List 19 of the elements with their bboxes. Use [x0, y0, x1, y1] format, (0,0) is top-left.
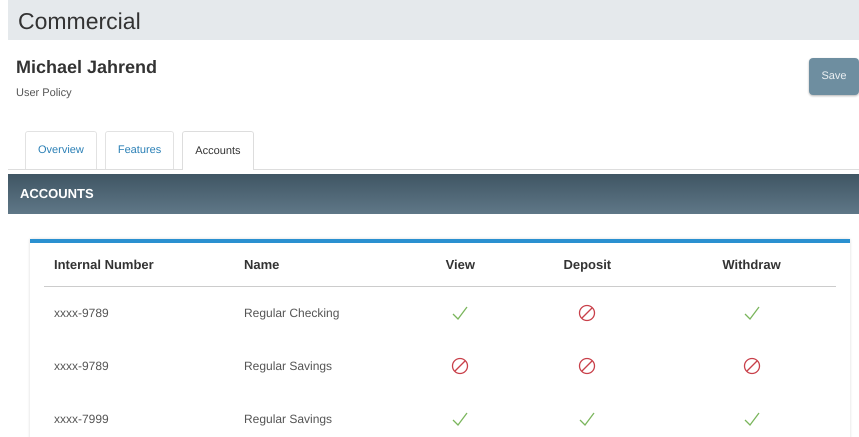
column-header: View — [404, 243, 508, 286]
table-cell-text: xxxx-7999 — [53, 410, 110, 428]
table-cell: xxxx-9789 — [44, 286, 234, 339]
column-header: Internal Number — [44, 243, 234, 286]
tab[interactable]: Overview — [25, 131, 97, 169]
save-button[interactable]: Save — [809, 58, 859, 95]
table-cell-text: xxxx-9789 — [53, 358, 110, 374]
user-subtitle: User Policy — [16, 86, 73, 101]
section-title: ACCOUNTS — [20, 185, 94, 204]
column-header: Deposit — [508, 243, 658, 286]
app-title: Commercial — [18, 8, 141, 34]
column-header: Name — [234, 243, 404, 286]
tab[interactable]: Accounts — [182, 131, 254, 170]
column-header: Withdraw — [658, 243, 836, 286]
table-cell-text: Regular Savings — [243, 358, 334, 374]
table-cell: Regular Checking — [234, 286, 404, 339]
table-cell-text: Regular Savings — [243, 410, 334, 428]
tab[interactable]: Features — [104, 131, 174, 169]
user-name: Michael Jahrend — [16, 56, 158, 79]
